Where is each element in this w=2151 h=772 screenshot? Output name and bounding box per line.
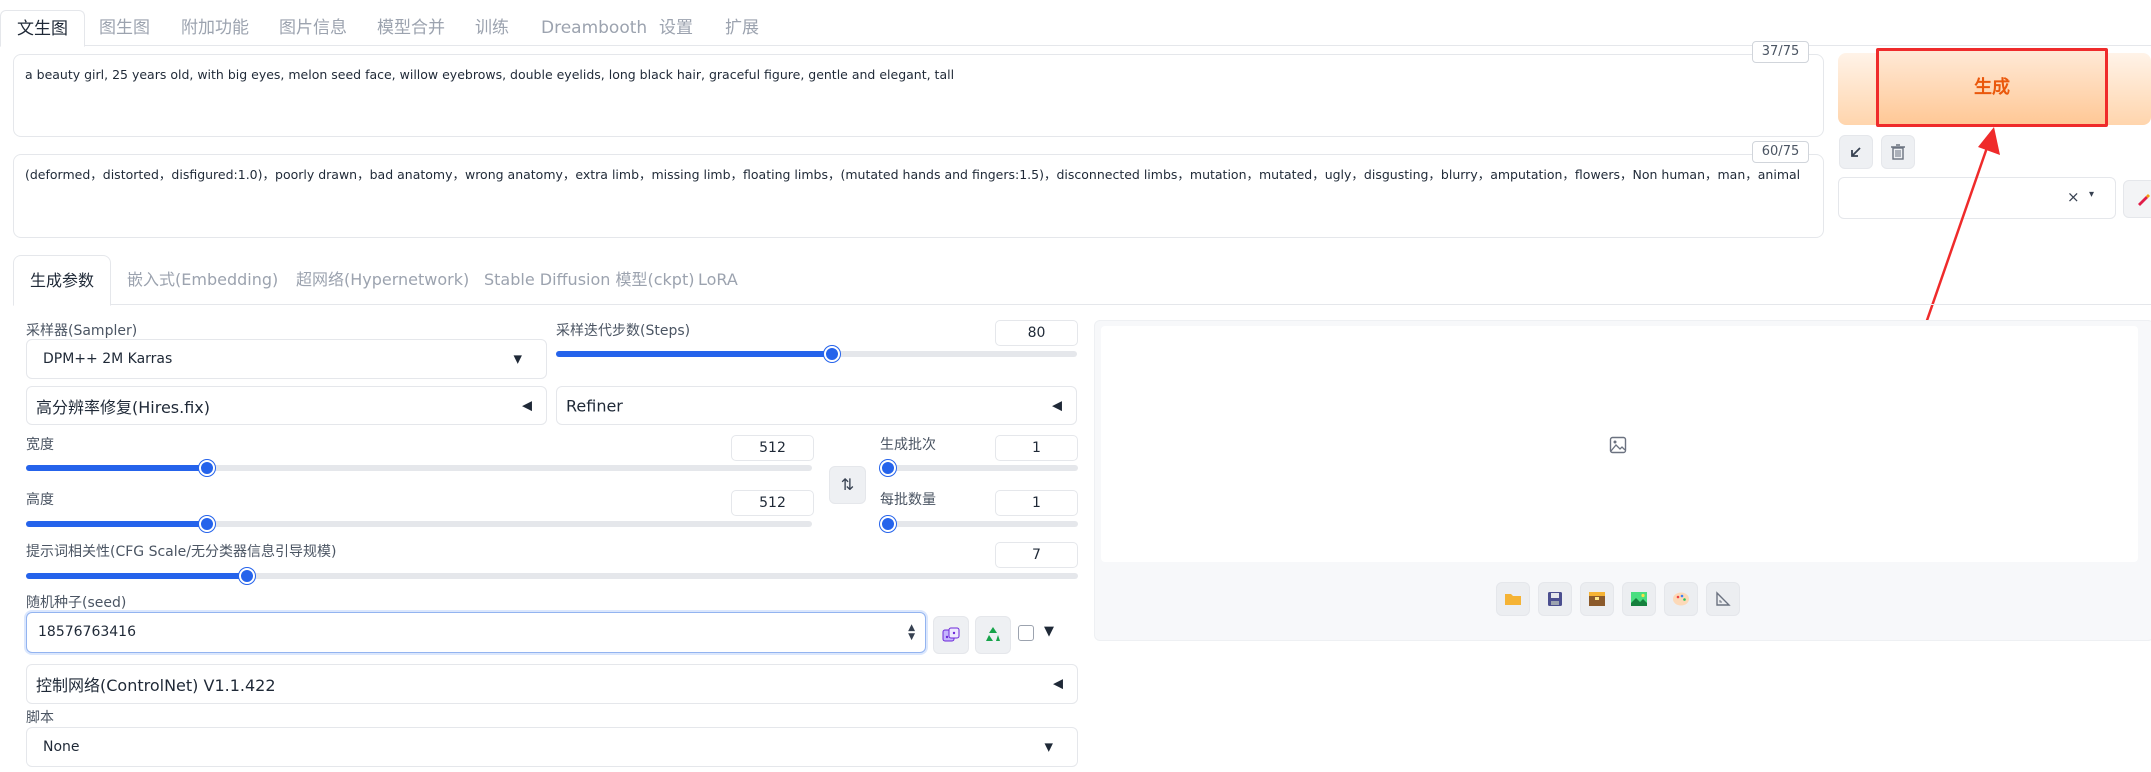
tab-generation-params[interactable]: 生成参数 xyxy=(13,255,112,306)
tab-txt2img[interactable]: 文生图 xyxy=(0,10,85,47)
swap-dimensions-button[interactable]: ⇅ xyxy=(829,466,866,504)
tab-extensions[interactable]: 扩展 xyxy=(725,10,759,46)
cfg-number-input[interactable]: 7 xyxy=(995,542,1078,568)
steps-label: 采样迭代步数(Steps) xyxy=(556,323,691,339)
positive-prompt-input[interactable]: a beauty girl, 25 years old, with big ey… xyxy=(13,54,1824,137)
hires-fix-label: 高分辨率修复(Hires.fix) xyxy=(36,397,211,417)
height-slider-fill xyxy=(26,521,207,527)
send-to-img2img-button[interactable] xyxy=(1622,582,1656,616)
read-params-button[interactable] xyxy=(1839,135,1873,169)
height-label: 高度 xyxy=(26,492,54,508)
seed-input[interactable]: 18576763416 ▲ ▼ xyxy=(26,612,926,653)
refiner-label: Refiner xyxy=(566,396,623,415)
batch-count-slider-thumb[interactable] xyxy=(880,460,896,476)
send-to-inpaint-button[interactable] xyxy=(1664,582,1698,616)
steps-slider-fill xyxy=(556,351,833,357)
palette-icon xyxy=(1673,592,1689,606)
image-placeholder-icon xyxy=(1609,436,1627,454)
edit-styles-button[interactable] xyxy=(2123,180,2151,218)
triangle-left-icon: ◀ xyxy=(1053,676,1063,692)
tab-checkpoint-merger[interactable]: 模型合并 xyxy=(377,10,445,46)
tab-img2img[interactable]: 图生图 xyxy=(99,10,150,46)
batch-size-label: 每批数量 xyxy=(880,492,936,508)
tab-hypernetwork[interactable]: 超网络(Hypernetwork) xyxy=(296,255,469,305)
triangle-left-icon: ◀ xyxy=(1052,398,1062,413)
dice-icon xyxy=(942,627,960,642)
send-to-extras-button[interactable] xyxy=(1706,582,1740,616)
pencil-icon xyxy=(2138,194,2150,206)
chevron-down-icon: ▾ xyxy=(2089,189,2095,200)
steps-slider-thumb[interactable] xyxy=(824,346,841,362)
controlnet-label: 控制网络(ControlNet) V1.1.422 xyxy=(36,676,276,695)
cfg-slider-thumb[interactable] xyxy=(238,568,255,584)
tab-settings[interactable]: 设置 xyxy=(659,10,693,46)
clear-icon[interactable]: × xyxy=(2067,188,2080,206)
script-value: None xyxy=(43,739,80,755)
script-dropdown[interactable]: None ▼ xyxy=(26,727,1078,767)
generate-button[interactable]: 生成 xyxy=(1876,48,2108,127)
height-slider[interactable] xyxy=(26,516,812,532)
folder-icon xyxy=(1505,594,1521,605)
steps-number-input[interactable]: 80 xyxy=(995,320,1078,346)
negative-token-counter: 60/75 xyxy=(1752,141,1809,163)
height-number-input[interactable]: 512 xyxy=(731,490,814,516)
sampler-value: DPM++ 2M Karras xyxy=(43,351,173,367)
refiner-accordion[interactable]: Refiner ◀ xyxy=(556,386,1077,425)
recycle-icon xyxy=(986,627,1000,641)
tab-embedding[interactable]: 嵌入式(Embedding) xyxy=(127,255,278,305)
sampler-dropdown[interactable]: DPM++ 2M Karras ▼ xyxy=(26,339,547,379)
tab-train[interactable]: 训练 xyxy=(475,10,509,46)
zip-button[interactable] xyxy=(1580,582,1614,616)
spinner-icon[interactable]: ▲ ▼ xyxy=(908,624,915,642)
seed-label: 随机种子(seed) xyxy=(26,595,127,611)
batch-size-slider-thumb[interactable] xyxy=(880,516,896,532)
width-slider-fill xyxy=(26,465,207,471)
open-folder-button[interactable] xyxy=(1496,582,1530,616)
sampler-label: 采样器(Sampler) xyxy=(26,323,138,339)
width-slider[interactable] xyxy=(26,460,812,476)
batch-count-slider[interactable] xyxy=(880,460,1078,476)
reuse-seed-button[interactable] xyxy=(975,616,1011,654)
save-icon xyxy=(1548,592,1562,606)
width-number-input[interactable]: 512 xyxy=(731,435,814,461)
triangle-down-icon[interactable]: ▼ xyxy=(1044,624,1054,639)
output-image-area xyxy=(1101,326,2138,562)
batch-count-number-input[interactable]: 1 xyxy=(995,435,1078,461)
cfg-label: 提示词相关性(CFG Scale/无分类器信息引导规模) xyxy=(26,544,337,560)
negative-prompt-input[interactable]: (deformed，distorted，disfigured:1.0)，poor… xyxy=(13,154,1824,238)
tab-checkpoint[interactable]: Stable Diffusion 模型(ckpt) xyxy=(484,255,694,305)
positive-token-counter: 37/75 xyxy=(1752,41,1809,63)
batch-size-number-input[interactable]: 1 xyxy=(995,490,1078,516)
param-tab-bar: 生成参数 嵌入式(Embedding) 超网络(Hypernetwork) St… xyxy=(13,255,2151,306)
tab-lora[interactable]: LoRA xyxy=(698,255,738,305)
hires-fix-accordion[interactable]: 高分辨率修复(Hires.fix) ◀ xyxy=(26,386,547,425)
cfg-slider[interactable] xyxy=(26,568,1078,584)
steps-slider[interactable] xyxy=(556,346,1077,362)
save-button[interactable] xyxy=(1538,582,1572,616)
top-tab-bar: 文生图 图生图 附加功能 图片信息 模型合并 训练 Dreambooth 设置 … xyxy=(0,10,2151,47)
script-label: 脚本 xyxy=(26,710,54,726)
arrow-down-left-icon xyxy=(1851,147,1861,157)
cfg-slider-fill xyxy=(26,573,247,579)
batch-count-label: 生成批次 xyxy=(880,437,936,453)
width-label: 宽度 xyxy=(26,437,54,453)
batch-size-slider[interactable] xyxy=(880,516,1078,532)
ruler-triangle-icon xyxy=(1716,591,1731,606)
height-slider-thumb[interactable] xyxy=(198,516,215,532)
triangle-left-icon: ◀ xyxy=(522,398,532,413)
random-seed-button[interactable] xyxy=(933,616,969,654)
archive-icon xyxy=(1589,592,1605,606)
chevron-down-icon: ▼ xyxy=(1044,740,1053,754)
picture-icon xyxy=(1631,592,1647,606)
seed-value: 18576763416 xyxy=(38,624,136,640)
tab-extras[interactable]: 附加功能 xyxy=(181,10,249,46)
extra-seed-checkbox[interactable] xyxy=(1018,625,1034,641)
width-slider-thumb[interactable] xyxy=(198,460,215,476)
controlnet-accordion[interactable]: 控制网络(ControlNet) V1.1.422 ◀ xyxy=(26,664,1078,704)
tab-png-info[interactable]: 图片信息 xyxy=(279,10,347,46)
chevron-down-icon: ▼ xyxy=(513,352,522,366)
tab-dreambooth[interactable]: Dreambooth xyxy=(541,10,647,46)
